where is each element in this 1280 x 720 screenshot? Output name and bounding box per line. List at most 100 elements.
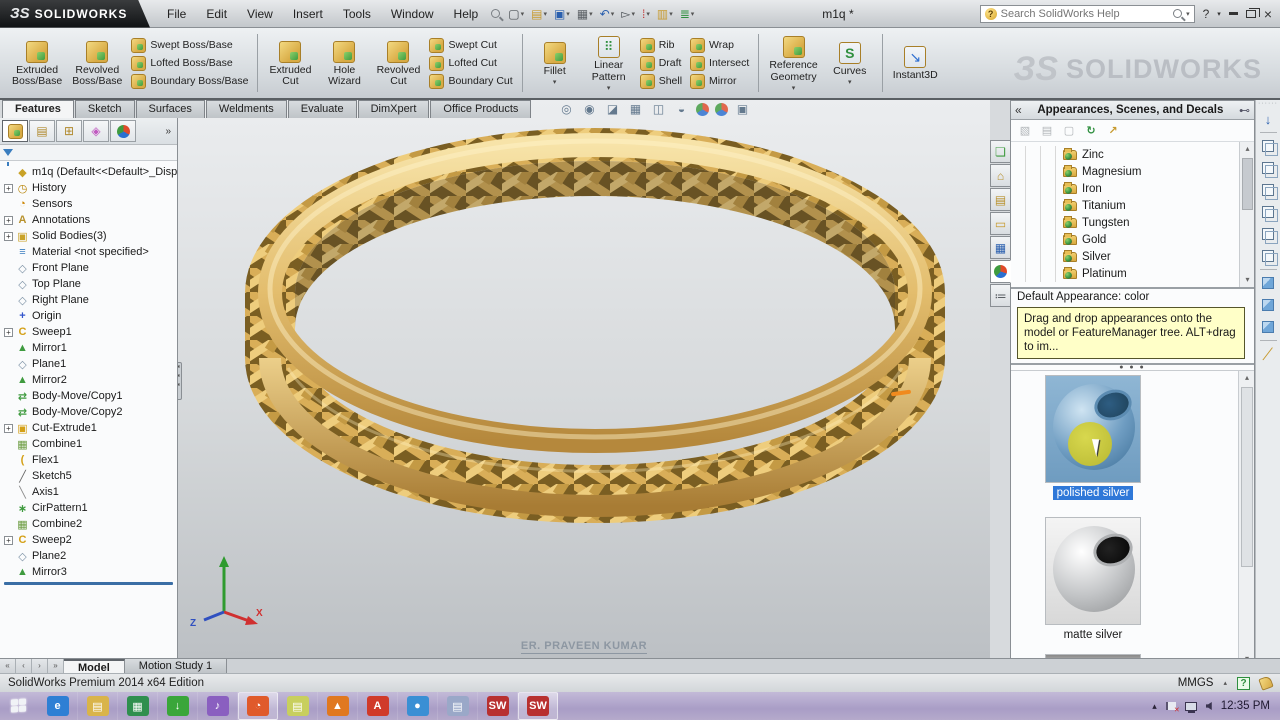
tab-surfaces[interactable]: Surfaces xyxy=(135,100,205,118)
last-tab-button[interactable]: » xyxy=(48,659,64,673)
tree-item-cut-extrude1[interactable]: + ▣ Cut-Extrude1 xyxy=(2,420,177,436)
tree-item-solid-bodies-3[interactable]: + ▣ Solid Bodies(3) xyxy=(2,228,177,244)
material-titanium[interactable]: Titanium xyxy=(1011,197,1254,214)
matte-silver-preview[interactable] xyxy=(1045,517,1141,625)
volume-icon[interactable] xyxy=(1205,702,1212,710)
extruded-cut-button[interactable]: Extruded Cut xyxy=(264,38,316,89)
refresh-icon[interactable]: ↻ xyxy=(1083,124,1099,138)
menu-window[interactable]: Window xyxy=(382,4,443,24)
start-button[interactable] xyxy=(0,692,38,720)
toolbar-grip[interactable]: ······ xyxy=(1256,100,1280,108)
appearance-thumbnail-matte-silver[interactable]: matte silver xyxy=(1045,517,1141,642)
tree-item-mirror3[interactable]: ▲ Mirror3 xyxy=(2,564,177,580)
menu-help[interactable]: Help xyxy=(445,4,488,24)
design-library-icon[interactable]: ▤ xyxy=(990,188,1011,211)
tab-model[interactable]: Model xyxy=(64,659,125,674)
material-platinum[interactable]: Platinum xyxy=(1011,265,1254,282)
tree-item-plane2[interactable]: ◇ Plane2 xyxy=(2,548,177,564)
taskbar-app-solidworks-1[interactable]: SW xyxy=(478,692,518,720)
menu-edit[interactable]: Edit xyxy=(197,4,236,24)
expand-icon[interactable]: + xyxy=(4,535,13,545)
tree-item-sweep1[interactable]: + C Sweep1 xyxy=(2,324,177,340)
scrollbar-thumb[interactable] xyxy=(1241,387,1253,567)
tree-item-mirror1[interactable]: ▲ Mirror1 xyxy=(2,340,177,356)
tab-weldments[interactable]: Weldments xyxy=(205,100,287,118)
boundary-boss-base-button[interactable]: Boundary Boss/Base xyxy=(128,73,251,89)
file-explorer-icon[interactable]: ▭ xyxy=(990,212,1011,235)
tab-features[interactable]: Features xyxy=(2,100,74,118)
search-input[interactable] xyxy=(1000,7,1170,20)
new-folder-icon[interactable]: ▢ xyxy=(1061,124,1077,138)
tab-motion-study-1[interactable]: Motion Study 1 xyxy=(124,659,228,673)
hole-wizard-button[interactable]: Hole Wizard xyxy=(318,38,370,89)
tab-evaluate[interactable]: Evaluate xyxy=(287,100,357,118)
section-view-icon[interactable]: ◪ xyxy=(604,102,621,117)
isometric-view-icon[interactable] xyxy=(1259,274,1278,292)
view-orientation-icon[interactable]: ▦ xyxy=(627,102,644,117)
instant3d-button[interactable]: ↘ Instant3D xyxy=(889,43,942,83)
help-caret[interactable]: ▾ xyxy=(1217,10,1221,18)
close-button[interactable]: × xyxy=(1264,6,1272,22)
next-tab-button[interactable]: › xyxy=(32,659,48,673)
taskbar-app-vlc[interactable]: ▲ xyxy=(318,692,358,720)
revolved-cut-button[interactable]: Revolved Cut xyxy=(372,38,424,89)
scrollbar-thumb[interactable] xyxy=(1242,158,1253,210)
search-icon[interactable] xyxy=(1173,9,1183,18)
material-iron[interactable]: Iron xyxy=(1011,180,1254,197)
left-view-icon[interactable] xyxy=(1259,181,1278,200)
tree-item-plane1[interactable]: ◇ Plane1 xyxy=(2,356,177,372)
rollback-bar[interactable] xyxy=(4,582,173,585)
tree-item-flex1[interactable]: (Flex1 xyxy=(2,452,177,468)
tab-sketch[interactable]: Sketch xyxy=(74,100,135,118)
edit-appearance-icon[interactable] xyxy=(696,103,709,116)
intersect-button[interactable]: Intersect xyxy=(687,55,752,71)
tree-item-history[interactable]: + ◷ History xyxy=(2,180,177,196)
tree-item-front-plane[interactable]: ◇ Front Plane xyxy=(2,260,177,276)
tab-office-products[interactable]: Office Products xyxy=(430,100,532,118)
taskbar-app-solidworks-2[interactable]: SW xyxy=(518,692,558,720)
tags-icon[interactable] xyxy=(1258,675,1274,691)
lofted-cut-button[interactable]: Lofted Cut xyxy=(426,55,515,71)
taskbar-app-autocad[interactable]: A xyxy=(358,692,398,720)
action-center-flag-icon[interactable] xyxy=(1165,702,1180,714)
top-view-icon[interactable] xyxy=(1259,225,1278,244)
zoom-fit-icon[interactable]: ◎ xyxy=(558,102,575,117)
apply-scene-icon[interactable] xyxy=(715,103,728,116)
save-icon[interactable]: ▣ ▾ xyxy=(552,6,572,22)
property-manager-tab[interactable]: ▤ xyxy=(29,120,55,142)
fillet-button[interactable]: Fillet ▾ xyxy=(529,39,581,88)
tree-item-sweep2[interactable]: + C Sweep2 xyxy=(2,532,177,548)
collapse-chevron-icon[interactable]: « xyxy=(1015,103,1022,117)
tree-item-body-move-copy1[interactable]: ⇄ Body-Move/Copy1 xyxy=(2,388,177,404)
tree-item-combine1[interactable]: ▦ Combine1 xyxy=(2,436,177,452)
taskbar-app-file-explorer[interactable]: ▤ xyxy=(78,692,118,720)
resources-home-icon[interactable]: ⌂ xyxy=(990,164,1011,187)
select-icon[interactable]: ▻ ▾ xyxy=(619,6,637,22)
extruded-boss-base-button[interactable]: Extruded Boss/Base xyxy=(8,38,66,89)
thumbnail-label[interactable]: polished silver xyxy=(1052,486,1134,500)
draft-button[interactable]: Draft xyxy=(637,55,685,71)
taskbar-app-office[interactable]: ▦ xyxy=(118,692,158,720)
units-caret-icon[interactable]: ▴ xyxy=(1223,679,1227,687)
tree-item-axis1[interactable]: ╲ Axis1 xyxy=(2,484,177,500)
scroll-up-icon[interactable]: ▴ xyxy=(1239,371,1255,385)
trimetric-view-icon[interactable] xyxy=(1259,296,1278,314)
back-view-icon[interactable] xyxy=(1259,159,1278,178)
feature-manager-tab[interactable] xyxy=(2,120,28,142)
units-label[interactable]: MMGS xyxy=(1178,677,1214,689)
display-manager-tab[interactable] xyxy=(110,120,136,142)
boundary-cut-button[interactable]: Boundary Cut xyxy=(426,73,515,89)
options-list-icon[interactable]: ≣ ▾ xyxy=(678,6,697,22)
graphics-viewport[interactable]: ◎ ◉ ◪ ▦ ◫ ◒ ▣ X Z ER. PRAVEEN KUMAR ◂◂◂ xyxy=(178,100,990,658)
appearance-thumbnail-polished-silver[interactable]: polished silver xyxy=(1045,375,1141,500)
scroll-down-icon[interactable]: ▾ xyxy=(1240,273,1255,287)
taskbar-app-screen-recorder[interactable]: ● xyxy=(398,692,438,720)
tree-item-combine2[interactable]: ▦ Combine2 xyxy=(2,516,177,532)
search-toggle-icon[interactable] xyxy=(491,9,501,18)
thumbnails-scrollbar[interactable]: ▴ ▾ xyxy=(1238,371,1254,666)
open-folder-icon[interactable]: ▤ xyxy=(1039,124,1055,138)
menu-insert[interactable]: Insert xyxy=(284,4,332,24)
tree-root-item[interactable]: ◆ m1q (Default<<Default>_Displ xyxy=(2,164,177,180)
mirror-button[interactable]: Mirror xyxy=(687,73,752,89)
open-icon[interactable]: ▤ ▾ xyxy=(529,6,549,22)
